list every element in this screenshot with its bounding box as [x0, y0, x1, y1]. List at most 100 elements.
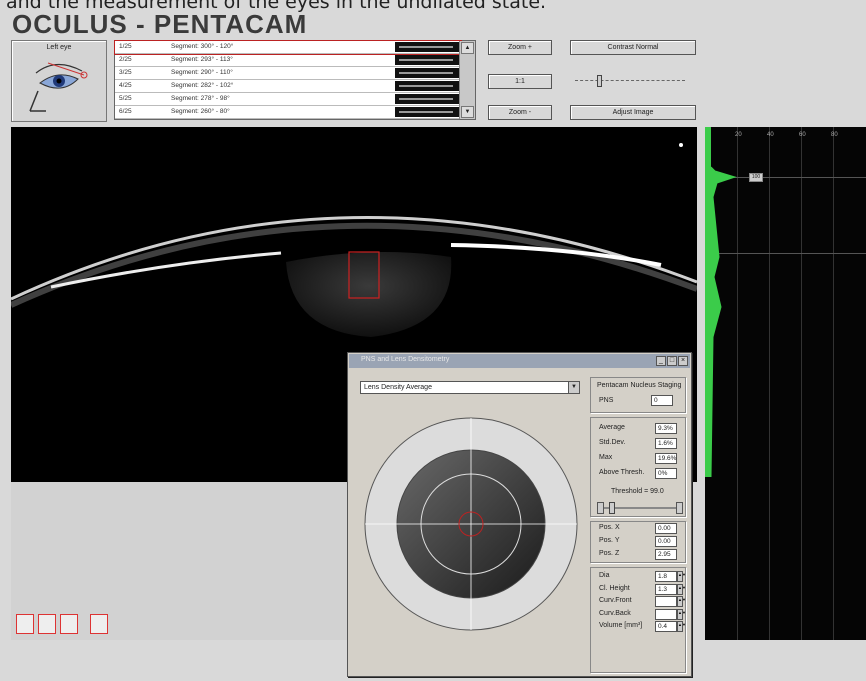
- figure-caption: and the measurement of the eyes in the u…: [6, 0, 547, 13]
- axis-tick: 60: [799, 132, 806, 138]
- chevron-down-icon[interactable]: ▼: [568, 382, 579, 393]
- segment-list-scrollbar[interactable]: ▲ ▼: [459, 41, 475, 119]
- field-label: Pos. Y: [599, 537, 620, 544]
- adjust-image-button[interactable]: Adjust Image: [570, 105, 696, 120]
- field-value: 19.6%: [655, 453, 677, 464]
- segment-angle: Segment: 260° - 80°: [171, 108, 230, 115]
- field-value: 9.3%: [655, 423, 677, 434]
- profile-marker[interactable]: 100: [749, 173, 763, 182]
- field-value[interactable]: [655, 596, 677, 607]
- pns-label: PNS: [599, 397, 614, 404]
- segment-angle: Segment: 300° - 120°: [171, 43, 234, 50]
- segment-thumbnail: [395, 55, 461, 65]
- field-label: Max: [599, 454, 613, 461]
- threshold-label: Threshold = 99.0: [611, 488, 664, 495]
- contrast-button[interactable]: Contrast Normal: [570, 40, 696, 55]
- segment-index: 4/25: [119, 82, 132, 89]
- spinner-icon[interactable]: ▲▼: [677, 608, 686, 620]
- field-value[interactable]: [655, 608, 677, 620]
- close-icon[interactable]: ×: [678, 356, 688, 366]
- densitometry-profile: 20 40 60 80 100: [705, 127, 866, 640]
- pns-value: 0: [651, 395, 673, 406]
- segment-row[interactable]: 1/25 Segment: 300° - 120°: [114, 40, 462, 55]
- spinner-icon[interactable]: ▲▼: [677, 621, 686, 632]
- segment-thumbnail: [395, 42, 461, 52]
- segment-thumbnail: [395, 68, 461, 78]
- field-label: Dia: [599, 572, 610, 579]
- segment-list[interactable]: 1/25 Segment: 300° - 120° 2/25 Segment: 293…: [114, 40, 476, 120]
- axis-tick: 40: [767, 132, 774, 138]
- graph-tool-icon[interactable]: [38, 614, 56, 634]
- brightness-slider[interactable]: [575, 74, 685, 88]
- field-value: 0.00: [655, 536, 677, 547]
- field-value: 0%: [655, 468, 677, 479]
- zoom-in-button[interactable]: Zoom +: [488, 40, 552, 55]
- one-to-one-button[interactable]: 1:1: [488, 74, 552, 89]
- segment-index: 3/25: [119, 69, 132, 76]
- field-value[interactable]: 0.4: [655, 621, 677, 632]
- field-label: Cl. Height: [599, 584, 630, 592]
- field-value: 2.95: [655, 549, 677, 560]
- geometry-group: Dia 1.8 ▲▼ Cl. Height 1.3 ▲▼ Curv.Front ▲▼ Curv.…: [590, 567, 686, 673]
- density-curve: [710, 166, 737, 477]
- segment-row[interactable]: 2/25 Segment: 293° - 113°: [115, 54, 461, 67]
- minimize-icon[interactable]: _: [656, 356, 666, 366]
- density-mode-select[interactable]: Lens Density Average ▼: [360, 381, 580, 394]
- slider-knob[interactable]: [597, 75, 602, 87]
- field-label: Pos. Z: [599, 550, 620, 557]
- segment-index: 2/25: [119, 56, 132, 63]
- segment-angle: Segment: 290° - 110°: [171, 69, 233, 76]
- segment-angle: Segment: 278° - 98°: [171, 95, 230, 102]
- segment-thumbnail: [395, 94, 461, 104]
- staging-group: Pentacam Nucleus Staging PNS 0: [590, 377, 686, 413]
- segment-row[interactable]: 5/25 Segment: 278° - 98°: [115, 93, 461, 106]
- field-value: 0.00: [655, 523, 677, 534]
- select-value: Lens Density Average: [364, 384, 432, 391]
- thumbnail-label: Left eye: [46, 44, 72, 51]
- field-label: Average: [599, 424, 625, 431]
- segment-row[interactable]: 6/25 Segment: 260° - 80°: [115, 106, 461, 119]
- field-label: Curv.Back: [599, 609, 631, 617]
- field-value[interactable]: 1.3: [655, 583, 677, 595]
- scroll-up-icon[interactable]: ▲: [461, 42, 474, 54]
- eye-scan-icon: [29, 62, 88, 112]
- segment-index: 5/25: [119, 95, 132, 102]
- spinner-icon[interactable]: ▲▼: [677, 596, 686, 607]
- spinner-icon[interactable]: ▲▼: [677, 571, 686, 582]
- pentacam-window: OCULUS - PENTACAM Left eye 1/25 Segment: …: [0, 0, 866, 681]
- app-title: OCULUS - PENTACAM: [12, 9, 308, 39]
- field-label: Std.Dev.: [599, 439, 626, 446]
- pns-tool-icon[interactable]: [90, 614, 108, 634]
- segment-angle: Segment: 282° - 102°: [171, 82, 234, 89]
- position-group: Pos. X 0.00 Pos. Y 0.00 Pos. Z 2.95: [590, 521, 686, 563]
- curve-tool-icon[interactable]: [16, 614, 34, 634]
- zoom-out-button[interactable]: Zoom -: [488, 105, 552, 120]
- segment-thumbnail: [395, 81, 461, 91]
- field-value: 1.6%: [655, 438, 677, 449]
- staging-header: Pentacam Nucleus Staging: [597, 382, 682, 389]
- pns-lens-densitometry-dialog: PNS and Lens Densitometry _ □ × Lens Den…: [347, 352, 692, 677]
- segment-index: 1/25: [119, 43, 132, 50]
- field-label: Above Thresh.: [599, 469, 645, 476]
- segment-index: 6/25: [119, 108, 132, 115]
- maximize-icon[interactable]: □: [667, 356, 677, 366]
- measure-tool-icon[interactable]: [60, 614, 78, 634]
- segment-angle: Segment: 293° - 113°: [171, 56, 233, 63]
- axis-tick: 80: [831, 132, 838, 138]
- dialog-title: PNS and Lens Densitometry: [361, 356, 450, 363]
- field-value[interactable]: 1.8: [655, 571, 677, 582]
- scroll-down-icon[interactable]: ▼: [461, 106, 474, 118]
- dialog-titlebar[interactable]: PNS and Lens Densitometry _ □ ×: [349, 354, 690, 368]
- threshold-knob[interactable]: [609, 502, 615, 514]
- segment-row[interactable]: 3/25 Segment: 290° - 110°: [115, 67, 461, 80]
- segment-thumbnail: [395, 107, 461, 117]
- field-label: Pos. X: [599, 524, 620, 531]
- segment-row[interactable]: 4/25 Segment: 282° - 102°: [115, 80, 461, 93]
- field-label: Curv.Front: [599, 597, 632, 604]
- field-label: Volume [mm³]: [599, 622, 643, 629]
- eye-thumbnail[interactable]: Left eye: [11, 40, 107, 122]
- spinner-icon[interactable]: ▲▼: [677, 583, 686, 595]
- threshold-slider[interactable]: [597, 502, 683, 514]
- lens-density-map[interactable]: [360, 409, 582, 673]
- density-stats-group: Average 9.3% Std.Dev. 1.6% Max 19.6% Above Thr…: [590, 417, 686, 517]
